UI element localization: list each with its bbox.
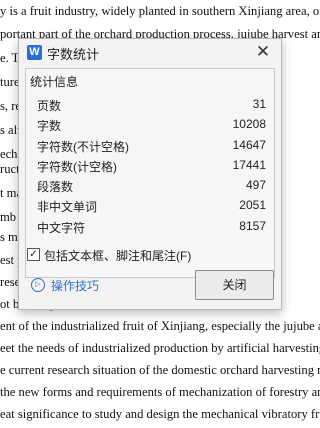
document-line: eet the needs of industrialized producti… [0, 341, 320, 355]
stat-value: 8157 [239, 218, 266, 233]
stat-row-characters-with-spaces: 字符数(计空格) 17441 [26, 156, 274, 176]
statistics-list: 页数 31 字数 10208 字符数(不计空格) 14647 字符数(计空格) … [26, 95, 274, 237]
stat-label: 字符数(不计空格) [37, 139, 129, 154]
stat-label: 字符数(计空格) [37, 159, 117, 174]
tips-link-label[interactable]: 操作技巧 [51, 277, 99, 294]
stat-label: 非中文单词 [37, 200, 98, 215]
dialog-title: 字数统计 [47, 47, 100, 62]
stat-row-non-chinese-words: 非中文单词 2051 [26, 196, 274, 216]
document-line: ent of the industrialized fruit of Xinji… [0, 319, 320, 333]
stat-value: 17441 [232, 157, 266, 172]
stat-label: 字数 [37, 119, 62, 134]
dialog-titlebar[interactable]: W 字数统计 ✕ [19, 39, 281, 67]
include-textboxes-checkbox[interactable]: ✓ [27, 248, 40, 261]
close-icon[interactable]: ✕ [253, 42, 273, 62]
document-line: eat significance to study and design the… [0, 407, 320, 421]
play-circle-icon[interactable]: ▷ [31, 278, 45, 292]
statistics-section-title: 统计信息 [30, 75, 79, 89]
stat-label: 段落数 [37, 180, 74, 195]
stat-value: 31 [252, 97, 266, 111]
stat-row-pages: 页数 31 [26, 95, 274, 115]
stat-label: 中文字符 [37, 220, 86, 235]
stat-label: 页数 [37, 99, 62, 113]
document-line: y is a fruit industry, widely planted in… [0, 4, 320, 18]
stat-row-characters-no-spaces: 字符数(不计空格) 14647 [26, 136, 274, 156]
include-textboxes-label[interactable]: 包括文本框、脚注和尾注(F) [44, 247, 191, 264]
document-line: e current research situation of the dome… [0, 363, 320, 377]
close-button[interactable]: 关闭 [195, 270, 274, 300]
stat-value: 14647 [232, 137, 266, 152]
stat-value: 10208 [232, 117, 266, 132]
document-line: the new forms and requirements of mechan… [0, 385, 320, 399]
stat-row-chinese-characters: 中文字符 8157 [26, 217, 274, 237]
stat-row-paragraphs: 段落数 497 [26, 176, 274, 196]
stat-value: 2051 [239, 198, 266, 213]
word-count-dialog: W 字数统计 ✕ 统计信息 页数 31 字数 10208 字符数(不计空格) 1… [18, 38, 282, 310]
stat-row-words: 字数 10208 [26, 115, 274, 135]
wps-writer-icon: W [27, 45, 42, 60]
stat-value: 497 [245, 178, 266, 193]
